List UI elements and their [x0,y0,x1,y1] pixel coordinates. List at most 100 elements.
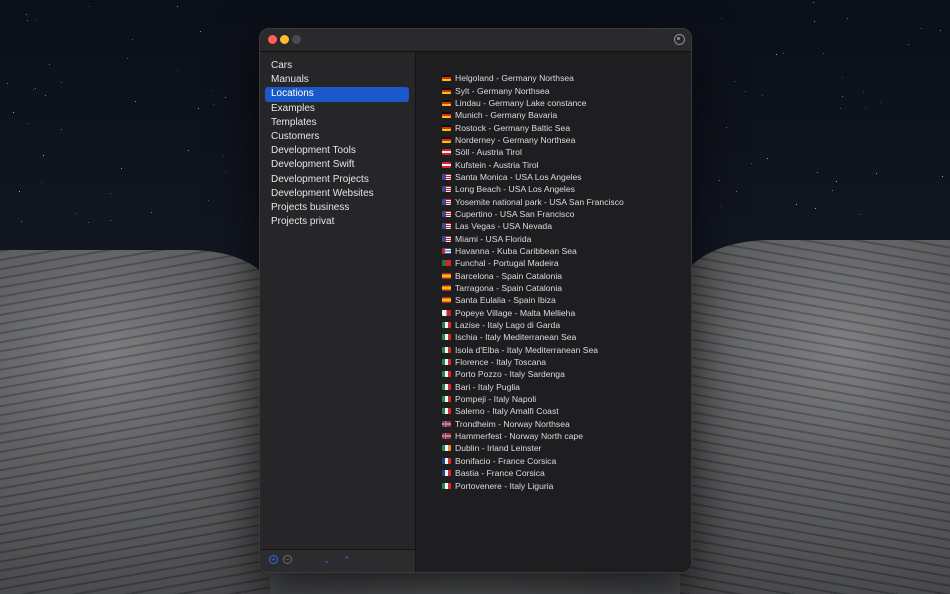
star [847,18,849,20]
sidebar-item-cars[interactable]: Cars [265,59,409,73]
sidebar-item-examples[interactable]: Examples [265,102,409,116]
list-item[interactable]: Rostock - Germany Baltic Sea [442,121,624,133]
list-item[interactable]: Tarragona - Spain Catalonia [442,282,624,294]
star [45,94,47,96]
star [12,112,14,114]
star [187,150,189,152]
list-item[interactable]: Barcelona - Spain Catalonia [442,270,624,282]
sidebar-item-templates[interactable]: Templates [265,116,409,130]
list-item[interactable]: Kufstein - Austria Tirol [442,158,624,170]
list-item[interactable]: Söll - Austria Tirol [442,146,624,158]
location-label: Long Beach - USA Los Angeles [455,184,575,195]
star [198,107,200,109]
star [109,219,111,221]
list-item[interactable]: Popeye Village - Malta Mellieha [442,307,624,319]
close-window-button[interactable] [268,35,277,44]
sidebar: Cars Manuals Locations Examples Templates Cus… [260,52,416,572]
star [734,80,736,82]
star [782,53,784,55]
list-item[interactable]: Trondheim - Norway Northsea [442,418,624,430]
list-item[interactable]: Pompeji - Italy Napoli [442,393,624,405]
list-item[interactable]: Munich - Germany Bavaria [442,109,624,121]
list-item[interactable]: Portovenere - Italy Liguria [442,479,624,491]
list-item[interactable]: Bonifacio - France Corsica [442,455,624,467]
flag-mt-icon [442,309,451,316]
star [876,173,878,175]
plus-circle-icon[interactable]: + [269,555,278,564]
minus-circle-icon[interactable]: − [283,555,292,564]
list-item[interactable]: Porto Pozzo - Italy Sardenga [442,368,624,380]
star [776,53,778,55]
star [921,27,923,29]
star [35,88,37,90]
list-item[interactable]: Cupertino - USA San Francisco [442,208,624,220]
list-item[interactable]: Hammerfest - Norway North cape [442,430,624,442]
star [134,101,136,103]
flag-ie-icon [442,445,451,452]
star [942,176,944,178]
star [131,38,133,40]
list-item[interactable]: Lindau - Germany Lake constance [442,97,624,109]
settings-gear-icon[interactable] [674,34,685,45]
star [839,108,841,110]
star [207,200,209,201]
flag-no-icon [442,433,451,440]
list-item[interactable]: Florence - Italy Toscana [442,356,624,368]
title-bar[interactable] [260,29,691,52]
list-item[interactable]: Funchal - Portugal Madeira [442,257,624,269]
location-label: Santa Monica - USA Los Angeles [455,171,582,182]
star [817,171,819,173]
location-label: Bonifacio - France Corsica [455,455,557,466]
chevron-down-icon[interactable]: ⌄ [323,554,331,566]
list-item[interactable]: Sylt - Germany Northsea [442,84,624,96]
sidebar-item-customers[interactable]: Customers [265,130,409,144]
star [766,157,768,159]
location-list: Helgoland - Germany Northsea Sylt - Germa… [442,72,624,492]
rock-formation-left [0,250,270,594]
sidebar-item-locations[interactable]: Locations [265,87,409,102]
flag-es-icon [442,272,451,279]
list-item[interactable]: Lazise - Italy Lago di Garda [442,319,624,331]
star [812,1,814,3]
chevron-up-icon[interactable]: ⌃ [343,554,351,566]
minimize-window-button[interactable] [280,35,289,44]
list-item[interactable]: Long Beach - USA Los Angeles [442,183,624,195]
star [27,19,29,21]
sidebar-item-development-tools[interactable]: Development Tools [265,144,409,158]
list-item[interactable]: Helgoland - Germany Northsea [442,72,624,84]
star [823,53,825,55]
flag-it-icon [442,482,451,489]
sidebar-item-development-projects[interactable]: Development Projects [265,173,409,187]
zoom-window-button[interactable] [292,35,301,44]
list-item[interactable]: Norderney - Germany Northsea [442,134,624,146]
list-item[interactable]: Bastia - France Corsica [442,467,624,479]
list-item[interactable]: Yosemite national park - USA San Francis… [442,195,624,207]
list-item[interactable]: Ischia - Italy Mediterranean Sea [442,331,624,343]
location-label: Munich - Germany Bavaria [455,110,558,121]
flag-it-icon [442,383,451,390]
location-label: Florence - Italy Toscana [455,357,547,368]
star [33,89,35,91]
location-label: Helgoland - Germany Northsea [455,73,574,84]
sidebar-item-development-websites[interactable]: Development Websites [265,187,409,201]
list-item[interactable]: Havanna - Kuba Caribbean Sea [442,245,624,257]
list-item[interactable]: Miami - USA Florida [442,232,624,244]
star [795,203,797,205]
sidebar-item-projects-business[interactable]: Projects business [265,201,409,215]
sidebar-item-development-swift[interactable]: Development Swift [265,158,409,172]
list-item[interactable]: Bari - Italy Puglia [442,381,624,393]
flag-de-icon [442,112,451,119]
star [880,102,882,104]
list-item[interactable]: Santa Eulalia - Spain Ibiza [442,294,624,306]
list-item[interactable]: Las Vegas - USA Nevada [442,220,624,232]
list-item[interactable]: Salerno - Italy Amalfi Coast [442,405,624,417]
sidebar-item-projects-privat[interactable]: Projects privat [265,215,409,229]
star [212,89,214,91]
star [35,18,37,20]
star [60,128,62,130]
list-item[interactable]: Dublin - Irland Leinster [442,442,624,454]
list-item[interactable]: Santa Monica - USA Los Angeles [442,171,624,183]
sidebar-item-manuals[interactable]: Manuals [265,73,409,87]
location-label: Kufstein - Austria Tirol [455,159,539,170]
list-item[interactable]: Isola d'Elba - Italy Mediterranean Sea [442,344,624,356]
